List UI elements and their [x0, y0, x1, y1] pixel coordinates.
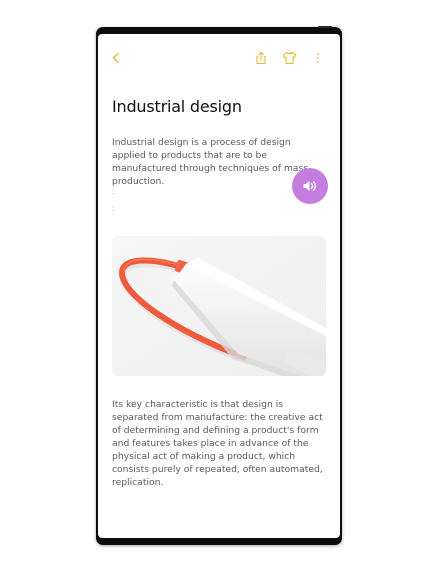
usb-cable-photo[interactable] [112, 236, 326, 376]
stage: Industrial design Industrial design is a… [0, 0, 437, 571]
back-icon[interactable] [106, 48, 126, 68]
share-icon[interactable] [251, 48, 271, 68]
audio-button[interactable] [292, 168, 328, 204]
more-icon[interactable] [308, 48, 328, 68]
empty-line-marker: : [112, 204, 115, 213]
notes-screen: Industrial design Industrial design is a… [98, 34, 340, 538]
empty-line-marker: : [112, 187, 115, 196]
note-paragraph-2[interactable]: Its key characteristic is that design is… [112, 398, 326, 489]
speaker-icon [303, 181, 316, 191]
theme-shirt-icon[interactable] [279, 48, 299, 68]
toolbar [98, 34, 340, 82]
phone-power-button [318, 26, 332, 28]
note-title[interactable]: Industrial design [112, 97, 326, 116]
phone-frame: Industrial design Industrial design is a… [96, 26, 342, 545]
